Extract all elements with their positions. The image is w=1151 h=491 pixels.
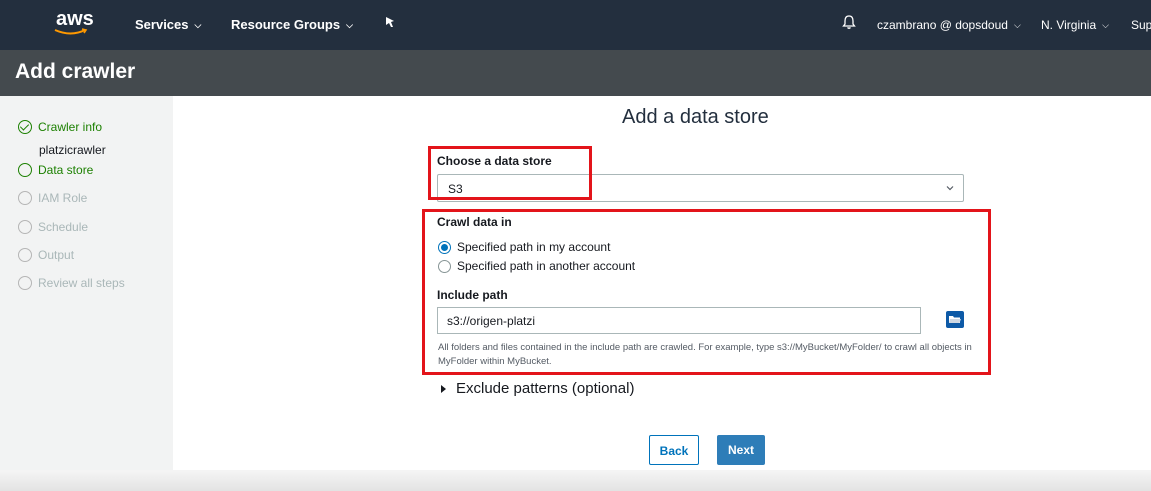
step-output: Output (18, 248, 74, 262)
region-label: N. Virginia (1041, 18, 1097, 32)
highlight-box-data-store (428, 146, 592, 200)
back-button[interactable]: Back (649, 435, 699, 465)
bell-icon[interactable] (842, 14, 856, 30)
chevron-down-icon: ⌵ (1013, 20, 1021, 30)
circle-icon (18, 276, 32, 290)
aws-logo[interactable]: aws (50, 8, 100, 40)
wizard-steps-sidebar: Crawler info platzicrawler Data store IA… (0, 96, 172, 491)
step-data-store[interactable]: Data store (18, 163, 93, 177)
chevron-down-icon (946, 186, 954, 191)
region-menu[interactable]: N. Virginia ⌵ (1041, 18, 1109, 32)
exclude-patterns-label: Exclude patterns (optional) (456, 380, 635, 397)
chevron-down-icon: ⌵ (194, 20, 202, 30)
next-button[interactable]: Next (717, 435, 765, 465)
caret-right-icon (441, 384, 446, 393)
support-label: Sup (1131, 18, 1151, 32)
top-navigation-bar: aws Services ⌵ Resource Groups ⌵ czambrano… (0, 0, 1151, 50)
page-title: Add crawler (15, 60, 136, 83)
circle-icon (18, 248, 32, 262)
page-header: Add crawler (0, 50, 1151, 96)
step-label: Output (38, 248, 75, 262)
step-label: Crawler info (38, 120, 103, 134)
account-label: czambrano @ dopsdoud (877, 18, 1008, 32)
exclude-patterns-toggle[interactable]: Exclude patterns (optional) (441, 380, 634, 397)
services-menu[interactable]: Services ⌵ (135, 17, 201, 32)
aws-smile-icon (54, 28, 88, 35)
step-iam-role: IAM Role (18, 191, 87, 205)
step-schedule: Schedule (18, 220, 88, 234)
step-label: Data store (38, 163, 94, 177)
chevron-down-icon: ⌵ (1102, 20, 1109, 30)
circle-icon (18, 220, 32, 234)
circle-icon (18, 191, 32, 205)
step-label: Review all steps (38, 276, 125, 290)
section-title: Add a data store (622, 106, 769, 128)
services-label: Services (135, 17, 189, 32)
resource-groups-menu[interactable]: Resource Groups ⌵ (231, 17, 353, 32)
step-crawler-name: platzicrawler (39, 143, 106, 157)
circle-icon (18, 163, 32, 177)
step-crawler-info[interactable]: Crawler info (18, 120, 102, 134)
bottom-shadow (0, 470, 1151, 491)
support-menu[interactable]: Sup (1131, 18, 1151, 32)
step-label: Schedule (38, 220, 89, 234)
highlight-box-crawl-settings (422, 209, 991, 375)
check-circle-icon (18, 120, 32, 134)
chevron-down-icon: ⌵ (346, 20, 353, 30)
resource-groups-label: Resource Groups (231, 17, 341, 32)
account-menu[interactable]: czambrano @ dopsdoud ⌵ (877, 18, 1021, 32)
pin-icon[interactable] (383, 15, 397, 29)
step-label: IAM Role (38, 191, 88, 205)
step-review: Review all steps (18, 276, 125, 290)
